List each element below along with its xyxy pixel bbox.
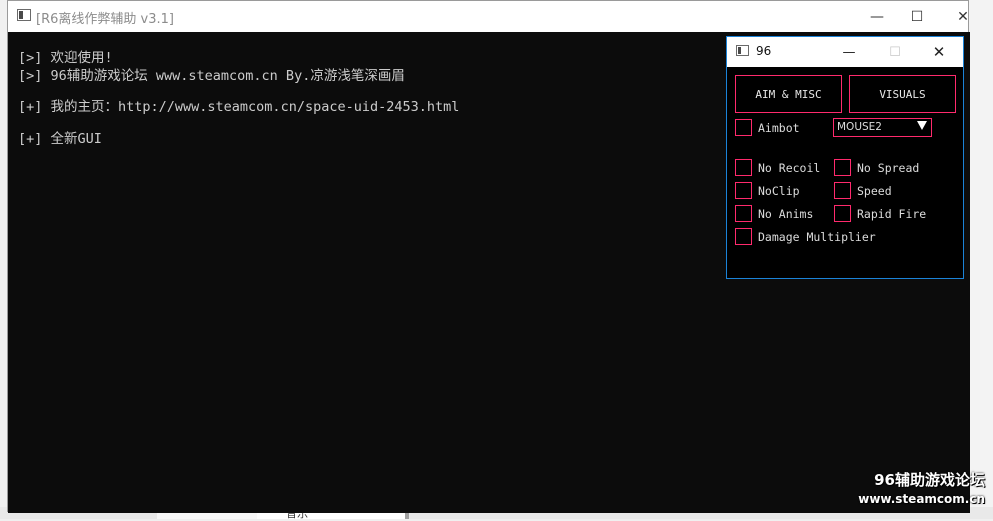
no-anims-checkbox[interactable] [735, 205, 752, 222]
gui-close-button[interactable]: ✕ [921, 37, 957, 67]
gui-title: 96 [756, 44, 772, 58]
console-close-button[interactable]: ✕ [940, 1, 986, 32]
speed-checkbox[interactable] [834, 182, 851, 199]
rapid-fire-label: Rapid Fire [857, 207, 927, 221]
aimbot-key-select[interactable]: MOUSE2 [833, 118, 932, 137]
console-line-forum: [>] 96辅助游戏论坛 www.steamcom.cn By.凉游浅笔深画眉 [18, 68, 405, 84]
gui-app-icon [736, 45, 749, 56]
no-anims-label: No Anims [758, 207, 814, 221]
watermark-url: www.steamcom.cn [858, 492, 985, 506]
damage-multiplier-label: Damage Multiplier [758, 230, 876, 244]
forum-watermark: 96辅助游戏论坛 www.steamcom.cn [858, 469, 985, 506]
no-recoil-label: No Recoil [758, 161, 821, 175]
aimbot-label: Aimbot [758, 121, 800, 135]
aimbot-checkbox[interactable] [735, 119, 752, 136]
no-recoil-checkbox[interactable] [735, 159, 752, 176]
noclip-label: NoClip [758, 184, 800, 198]
console-maximize-button[interactable]: ☐ [894, 1, 940, 32]
background-window-edge [969, 0, 993, 519]
no-spread-label: No Spread [857, 161, 920, 175]
gui-maximize-button[interactable]: ☐ [877, 37, 913, 67]
speed-label: Speed [857, 184, 892, 198]
watermark-forum-name: 96辅助游戏论坛 [874, 471, 985, 489]
rapid-fire-checkbox[interactable] [834, 205, 851, 222]
console-app-icon [17, 9, 31, 21]
gui-titlebar[interactable]: 96 — ☐ ✕ [727, 37, 963, 67]
console-line-welcome: [>] 欢迎使用! [18, 50, 113, 66]
aimbot-key-value: MOUSE2 [837, 121, 882, 133]
dropdown-arrow-icon [917, 121, 927, 130]
cheat-gui-window: 96 — ☐ ✕ AIM & MISC VISUALS Aimbot MOUSE… [726, 36, 964, 279]
gui-minimize-button[interactable]: — [831, 37, 867, 67]
console-line-homepage: [+] 我的主页：http://www.steamcom.cn/space-ui… [18, 99, 460, 115]
no-spread-checkbox[interactable] [834, 159, 851, 176]
tab-aim-misc[interactable]: AIM & MISC [735, 75, 842, 113]
noclip-checkbox[interactable] [735, 182, 752, 199]
console-titlebar[interactable]: [R6离线作弊辅助 v3.1] — ☐ ✕ [8, 1, 969, 32]
console-line-new-gui: [+] 全新GUI [18, 131, 102, 147]
console-title: [R6离线作弊辅助 v3.1] [36, 12, 174, 27]
tab-visuals[interactable]: VISUALS [849, 75, 956, 113]
damage-multiplier-checkbox[interactable] [735, 228, 752, 245]
